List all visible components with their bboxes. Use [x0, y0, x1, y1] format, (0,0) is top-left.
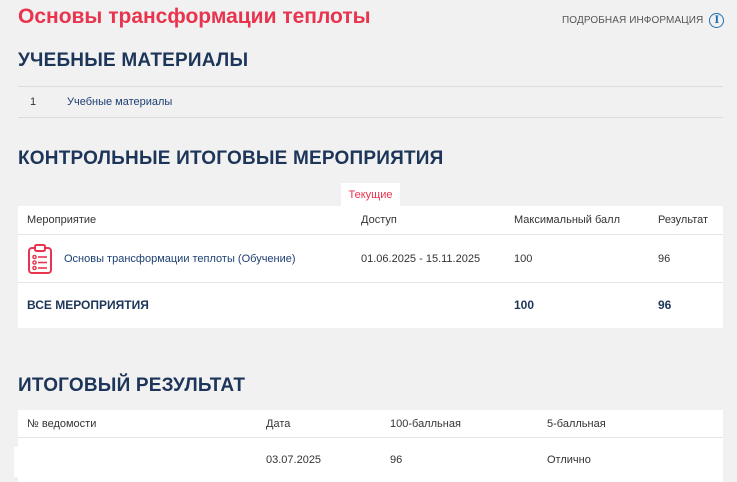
col-header-score5: 5-балльная [547, 417, 606, 430]
redacted-area [14, 447, 144, 477]
col-header-sheet: № ведомости [27, 417, 97, 430]
details-link-label: ПОДРОБНАЯ ИНФОРМАЦИЯ [562, 15, 704, 26]
col-header-max-score: Максимальный балл [514, 214, 620, 226]
event-result: 96 [658, 252, 671, 265]
final-heading: ИТОГОВЫЙ РЕЗУЛЬТАТ [18, 375, 246, 396]
result-date: 03.07.2025 [266, 454, 322, 466]
total-row: ВСЕ МЕРОПРИЯТИЯ 100 96 [18, 283, 723, 327]
page-title: Основы трансформации теплоты [18, 5, 371, 28]
col-header-access: Доступ [361, 214, 397, 226]
total-max-score: 100 [514, 298, 535, 312]
material-number: 1 [30, 96, 37, 108]
info-icon[interactable]: i [709, 13, 725, 28]
events-table: Мероприятие Доступ Максимальный балл Рез… [18, 206, 723, 328]
col-header-date: Дата [266, 417, 291, 430]
clipboard-list-icon [28, 244, 52, 274]
table-header-row: Мероприятие Доступ Максимальный балл Рез… [18, 206, 723, 234]
total-label: ВСЕ МЕРОПРИЯТИЯ [27, 298, 149, 312]
divider [18, 117, 723, 118]
table-row: Основы трансформации теплоты (Обучение) … [18, 235, 723, 282]
table-header-row: № ведомости Дата 100-балльная 5-балльная [18, 410, 723, 437]
result-score5: Отлично [547, 454, 591, 466]
event-max-score: 100 [514, 252, 533, 265]
event-link[interactable]: Основы трансформации теплоты (Обучение) [64, 253, 296, 265]
result-score100: 96 [390, 454, 403, 466]
control-heading: КОНТРОЛЬНЫЕ ИТОГОВЫЕ МЕРОПРИЯТИЯ [18, 148, 444, 169]
details-link[interactable]: ПОДРОБНАЯ ИНФОРМАЦИЯ i [562, 13, 725, 28]
total-result: 96 [658, 298, 672, 312]
col-header-event: Мероприятие [27, 214, 97, 226]
col-header-score100: 100-балльная [390, 417, 461, 430]
tab-current[interactable]: Текущие [341, 183, 400, 206]
materials-heading: УЧЕБНЫЕ МАТЕРИАЛЫ [18, 50, 249, 71]
material-link[interactable]: Учебные материалы [67, 96, 172, 108]
col-header-result: Результат [658, 214, 709, 226]
material-item: 1 Учебные материалы [18, 87, 723, 117]
event-access: 01.06.2025 - 15.11.2025 [361, 252, 481, 265]
